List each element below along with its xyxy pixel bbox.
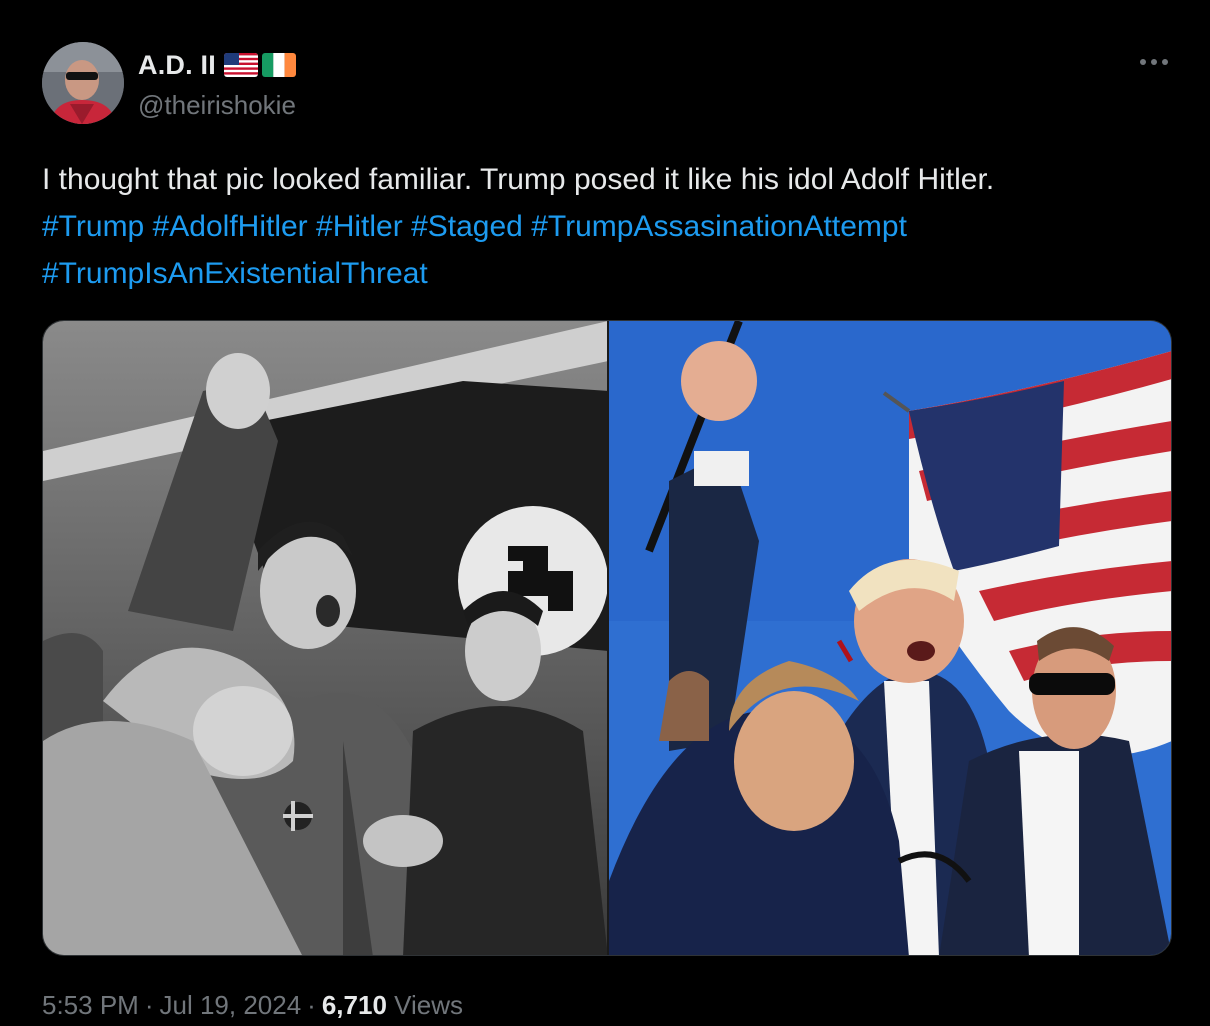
author-display-name[interactable]: A.D. II: [138, 50, 216, 81]
tweet-page: A.D. II @theirishokie I thought that pic…: [0, 0, 1210, 1026]
ireland-flag-icon: [261, 53, 296, 77]
media-photo-left[interactable]: [43, 321, 609, 955]
more-horizontal-icon[interactable]: [1136, 50, 1172, 74]
tweet-media[interactable]: [42, 320, 1172, 956]
author-flags: [223, 53, 296, 77]
hashtag-trumpassasinationattempt[interactable]: #TrumpAssasinationAttempt: [531, 210, 907, 243]
tweet-time[interactable]: 5:53 PM: [42, 990, 139, 1020]
views-label: Views: [394, 990, 464, 1020]
hashtag-line-1: #Trump #AdolfHitler #Hitler #Staged #Tru…: [42, 203, 1182, 250]
hashtag-adolfhitler[interactable]: #AdolfHitler: [153, 210, 308, 243]
meta-separator-2: ·: [307, 990, 316, 1020]
tweet-date[interactable]: Jul 19, 2024: [160, 990, 302, 1020]
tweet-meta: 5:53 PM · Jul 19, 2024 · 6,710 Views: [42, 990, 463, 1021]
us-flag-icon: [223, 53, 258, 77]
author-avatar[interactable]: [42, 42, 124, 124]
tweet-header: A.D. II @theirishokie: [42, 42, 1172, 126]
media-photo-right[interactable]: [609, 321, 1171, 955]
hashtag-hitler[interactable]: #Hitler: [316, 210, 403, 243]
author-handle[interactable]: @theirishokie: [138, 90, 296, 121]
left-photo-image: [43, 321, 607, 955]
hashtag-trump[interactable]: #Trump: [42, 210, 144, 243]
tweet-text: I thought that pic looked familiar. Trum…: [42, 156, 1182, 297]
hashtag-staged[interactable]: #Staged: [411, 210, 523, 243]
avatar-photo: [42, 42, 124, 124]
views-count: 6,710: [321, 990, 387, 1020]
author-name-row: A.D. II: [138, 50, 296, 80]
tweet-body-text: I thought that pic looked familiar. Trum…: [42, 163, 995, 196]
hashtag-trumpisanexistentialthreat[interactable]: #TrumpIsAnExistentialThreat: [42, 257, 428, 290]
meta-separator-1: ·: [144, 990, 154, 1020]
hashtag-line-2: #TrumpIsAnExistentialThreat: [42, 250, 1182, 297]
right-photo-image: [609, 321, 1171, 955]
